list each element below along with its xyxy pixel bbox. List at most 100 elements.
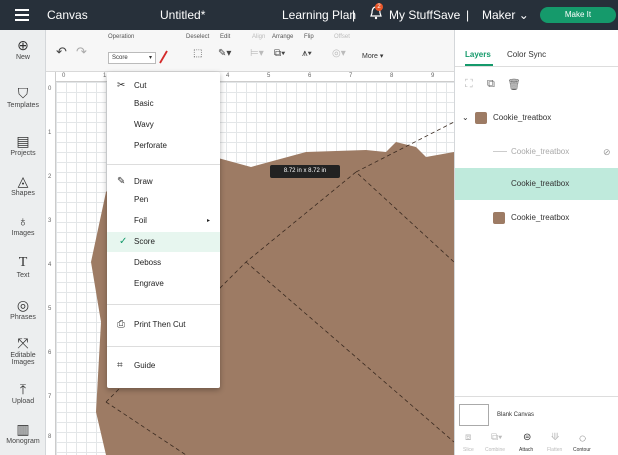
- sidebar-item-label: Projects: [10, 150, 36, 157]
- arrange-icon[interactable]: ⧉▾: [274, 48, 285, 59]
- sidebar-item-templates[interactable]: ⛉ Templates: [0, 86, 46, 109]
- dd-item-print-then-cut[interactable]: ⎙ Print Then Cut: [107, 315, 220, 335]
- dd-item-cut[interactable]: ✂ Cut: [107, 76, 220, 96]
- dd-item-deboss[interactable]: Deboss: [107, 253, 220, 273]
- hamburger-menu-icon[interactable]: [15, 9, 29, 21]
- tab-color-sync[interactable]: Color Sync: [507, 50, 546, 59]
- topbar-separator: |: [466, 8, 470, 22]
- linetype-swatch-icon[interactable]: [158, 50, 168, 64]
- speech-icon: ◎: [16, 297, 30, 313]
- divider: [107, 304, 220, 305]
- sidebar-item-monogram[interactable]: ▥ Monogram: [0, 422, 46, 445]
- dd-item-guide[interactable]: ⌗ Guide: [107, 356, 220, 376]
- tab-layers[interactable]: Layers: [465, 50, 491, 59]
- dd-item-score[interactable]: ✓ Score: [107, 232, 220, 252]
- learning-plan-link[interactable]: Learning Plan: [282, 8, 356, 22]
- sidebar-item-label: Images: [11, 230, 35, 237]
- dd-label: Print Then Cut: [134, 320, 186, 329]
- dd-label: Cut: [134, 81, 147, 90]
- score-line-icon: [493, 151, 507, 152]
- ruler-tick: 2: [48, 174, 52, 180]
- slice-icon[interactable]: ⧈: [465, 432, 471, 443]
- text-icon: T: [18, 255, 28, 270]
- sidebar-item-phrases[interactable]: ◎ Phrases: [0, 298, 46, 321]
- sidebar-item-upload[interactable]: ⤒ Upload: [0, 382, 46, 405]
- dd-item-draw[interactable]: ✎ Draw: [107, 172, 220, 192]
- scissors-icon: ✂: [117, 80, 126, 91]
- edit-label: Edit: [220, 34, 231, 40]
- maker-selector[interactable]: Maker ⌄: [482, 8, 529, 22]
- layer-row-selected[interactable]: Cookie_treatbox: [455, 168, 618, 200]
- dd-item-pen[interactable]: Pen: [107, 190, 220, 210]
- edit-toolbar: ↶ ↷ Operation Score ▾ Deselect ⬚ Edit ✎▾ …: [46, 30, 454, 72]
- chevron-down-icon[interactable]: ⌄: [462, 102, 469, 134]
- sidebar-item-editable-images[interactable]: ⤧ Editable Images: [0, 336, 46, 366]
- sidebar-item-images[interactable]: ♁ Images: [0, 214, 46, 237]
- contour-icon[interactable]: ◌: [579, 431, 586, 445]
- sidebar-item-text[interactable]: T Text: [0, 255, 46, 280]
- sidebar-item-shapes[interactable]: ◬ Shapes: [0, 174, 46, 197]
- dd-item-wavy[interactable]: Wavy: [107, 115, 220, 135]
- layer-row-cut[interactable]: Cookie_treatbox: [455, 202, 618, 234]
- divider: [455, 396, 618, 397]
- checkmark-icon: ✓: [119, 236, 128, 247]
- dd-label: Draw: [134, 177, 153, 186]
- attach-icon[interactable]: ⊜: [523, 432, 531, 443]
- sidebar-item-label: Text: [16, 272, 30, 279]
- dd-item-foil[interactable]: Foil ▸: [107, 211, 220, 231]
- sidebar-item-projects[interactable]: ▤ Projects: [0, 134, 46, 157]
- ruler-tick: 5: [48, 306, 52, 312]
- attach-label: Attach: [519, 447, 534, 453]
- left-sidebar: ⊕ New ⛉ Templates ▤ Projects ◬ Shapes ♁ Image…: [0, 30, 46, 455]
- canvas-label: Canvas: [47, 8, 88, 22]
- more-menu[interactable]: More ▾: [362, 52, 383, 60]
- operation-value: Score: [112, 55, 128, 61]
- editable-icon: ⤧: [17, 335, 29, 351]
- group-icon[interactable]: ⛶: [465, 78, 473, 91]
- ruler-tick: 7: [48, 394, 52, 400]
- offset-icon[interactable]: ◎▾: [332, 48, 346, 59]
- plus-circle-icon: ⊕: [17, 37, 29, 53]
- projects-icon: ▤: [16, 133, 30, 149]
- ruler-tick: 6: [308, 73, 312, 79]
- ruler-tick: 8: [48, 434, 52, 440]
- blank-canvas-swatch[interactable]: [459, 404, 489, 426]
- dd-item-engrave[interactable]: Engrave: [107, 274, 220, 294]
- align-label: Align: [252, 34, 266, 40]
- dimension-tooltip: 8.72 in x 8.72 in: [270, 165, 340, 178]
- document-title[interactable]: Untitled*: [160, 8, 205, 22]
- trash-icon[interactable]: 🗑: [507, 78, 521, 91]
- combine-icon[interactable]: ⧉▾: [491, 432, 502, 443]
- operation-label: Operation: [108, 34, 135, 40]
- edit-pen-icon[interactable]: ✎▾: [218, 48, 231, 59]
- divider: [455, 66, 618, 67]
- shapes-icon: ◬: [17, 173, 29, 189]
- slice-label: Slice: [463, 447, 474, 453]
- eye-hidden-icon[interactable]: ⊘: [603, 136, 611, 168]
- save-button[interactable]: Save: [433, 8, 460, 22]
- deselect-label: Deselect: [186, 34, 210, 40]
- layer-name: Cookie_treatbox: [511, 179, 570, 188]
- make-it-button[interactable]: Make It: [540, 7, 616, 23]
- redo-icon[interactable]: ↷: [76, 44, 87, 60]
- layer-row-group[interactable]: ⌄ Cookie_treatbox: [455, 102, 618, 134]
- sidebar-item-label: Shapes: [11, 190, 35, 197]
- align-icon[interactable]: ⊨▾: [250, 48, 264, 59]
- dd-item-perforate[interactable]: Perforate: [107, 136, 220, 156]
- dd-label: Guide: [134, 361, 156, 370]
- dd-item-basic[interactable]: Basic: [107, 94, 220, 114]
- layer-row-score[interactable]: Cookie_treatbox ⊘: [455, 136, 618, 168]
- sidebar-item-label: Monogram: [6, 438, 40, 445]
- operation-select[interactable]: Score ▾: [108, 52, 156, 64]
- flatten-icon[interactable]: ⟱: [551, 432, 559, 443]
- contour-label: Contour: [573, 447, 591, 453]
- undo-icon[interactable]: ↶: [56, 44, 67, 60]
- combine-label: Combine: [485, 447, 506, 453]
- flip-label: Flip: [304, 34, 314, 40]
- sidebar-item-new[interactable]: ⊕ New: [0, 38, 46, 61]
- flip-icon[interactable]: ⩚▾: [302, 48, 312, 59]
- duplicate-icon[interactable]: ⧉: [487, 78, 495, 91]
- sidebar-item-label: Phrases: [10, 314, 36, 321]
- deselect-icon[interactable]: ⬚: [193, 48, 202, 59]
- my-stuff-link[interactable]: My Stuff: [389, 8, 433, 22]
